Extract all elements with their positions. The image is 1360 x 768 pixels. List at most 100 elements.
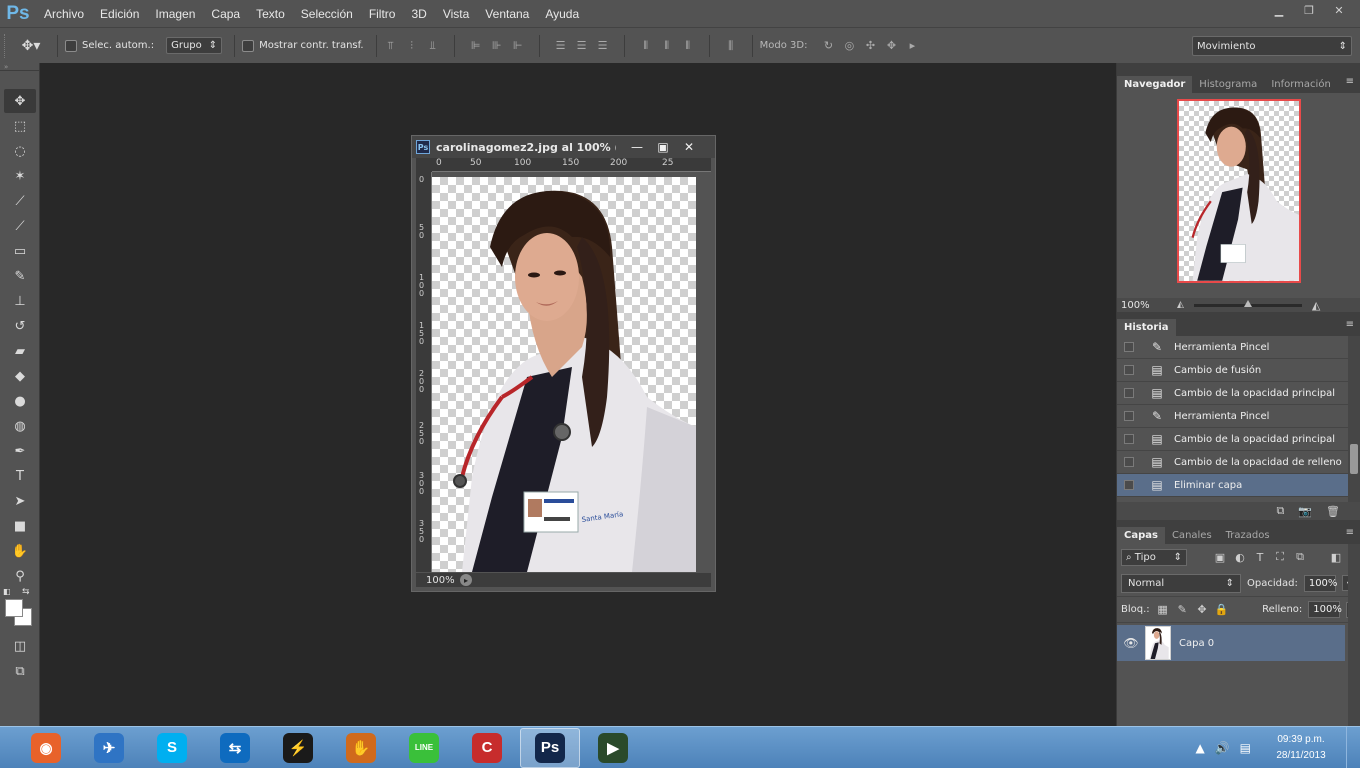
history-item[interactable]: ▤ Cambio de la opacidad principal [1117, 428, 1360, 451]
history-snapshot-checkbox[interactable] [1124, 480, 1134, 490]
history-item[interactable]: ▤ Cambio de la opacidad principal [1117, 382, 1360, 405]
lasso-tool-icon[interactable]: ◌ [4, 139, 36, 163]
filter-pixel-icon[interactable]: ▣ [1213, 550, 1227, 564]
tab-trazados[interactable]: Trazados [1219, 527, 1277, 544]
history-item[interactable]: ▤ Cambio de fusión [1117, 359, 1360, 382]
document-titlebar[interactable]: Ps carolinagomez2.jpg al 100% (C... — ▣ … [412, 136, 715, 158]
history-snapshot-checkbox[interactable] [1124, 434, 1134, 444]
navigator-zoom-slider[interactable] [1193, 299, 1302, 307]
scroll-thumb[interactable] [1350, 444, 1358, 474]
new-document-from-state-icon[interactable]: ⧉ [1276, 504, 1284, 518]
fill-input[interactable]: 100% [1308, 601, 1342, 618]
toolbox-collapse-icon[interactable]: » [0, 63, 39, 71]
ruler-corner[interactable] [416, 158, 432, 172]
history-scrollbar[interactable] [1348, 336, 1360, 502]
history-snapshot-checkbox[interactable] [1124, 388, 1134, 398]
vertical-ruler[interactable]: 0 50 100 150 200 250 300 350 [416, 172, 432, 572]
tab-navegador[interactable]: Navegador [1117, 76, 1193, 93]
slider-thumb[interactable] [1243, 299, 1252, 307]
show-hidden-icons-icon[interactable]: ▲ [1195, 741, 1204, 755]
opacity-input[interactable]: 100% [1303, 574, 1337, 592]
rectangle-tool-icon[interactable]: ■ [4, 514, 36, 538]
menu-archivo[interactable]: Archivo [36, 7, 92, 21]
move-tool-icon[interactable]: ✥ [4, 89, 36, 113]
doc-maximize-icon[interactable]: ▣ [650, 138, 676, 156]
history-snapshot-checkbox[interactable] [1124, 457, 1134, 467]
blend-mode-dropdown[interactable]: Normal ⇕ [1121, 573, 1241, 593]
menu-edición[interactable]: Edición [92, 7, 147, 21]
type-tool-icon[interactable]: T [4, 464, 36, 488]
zoom-tool-icon[interactable]: ⚲ [4, 564, 36, 588]
history-brush-icon[interactable]: ↺ [4, 314, 36, 338]
menu-vista[interactable]: Vista [435, 7, 477, 21]
lock-image-icon[interactable]: ✎ [1175, 603, 1189, 617]
navigator-preview[interactable] [1177, 99, 1301, 283]
image-canvas[interactable]: Santa María [432, 177, 696, 572]
menu-ventana[interactable]: Ventana [477, 7, 537, 21]
magic-wand-icon[interactable]: ✶ [4, 164, 36, 188]
history-snapshot-checkbox[interactable] [1124, 411, 1134, 421]
menu-filtro[interactable]: Filtro [361, 7, 404, 21]
panel-menu-icon[interactable]: ≡ [1346, 527, 1354, 538]
minimize-icon[interactable]: ▁ [1266, 2, 1292, 18]
auto-select-checkbox[interactable] [65, 39, 77, 52]
filter-toggle-icon[interactable]: ◧ [1329, 550, 1343, 564]
menu-ayuda[interactable]: Ayuda [537, 7, 587, 21]
clone-stamp-icon[interactable]: ⊥ [4, 289, 36, 313]
swap-colors-icon[interactable]: ⇆ [22, 587, 30, 597]
menu-3d[interactable]: 3D [403, 7, 434, 21]
menu-capa[interactable]: Capa [203, 7, 248, 21]
path-selection-icon[interactable]: ➤ [4, 489, 36, 513]
filter-adjustment-icon[interactable]: ◐ [1233, 550, 1247, 564]
workspace-dropdown[interactable]: Movimiento ⇕ [1192, 36, 1352, 56]
visibility-eye-icon[interactable]: 👁 [1117, 636, 1145, 650]
volume-icon[interactable]: 🔊 [1215, 741, 1230, 755]
taskbar-app-button[interactable]: ⚡ [268, 728, 328, 768]
quick-mask-icon[interactable]: ◫ [4, 634, 36, 658]
distribute-hcenter-icon[interactable]: ⦀ [660, 39, 674, 53]
align-top-icon[interactable]: ⫪ [384, 39, 398, 53]
scale-3d-icon[interactable]: ▸ [905, 39, 919, 53]
taskbar-app-button[interactable]: ▶ [583, 728, 643, 768]
distribute-left-icon[interactable]: ⦀ [639, 39, 653, 53]
lock-transparent-icon[interactable]: ▦ [1156, 603, 1170, 617]
align-vcenter-icon[interactable]: ⫶ [405, 39, 419, 53]
lock-position-icon[interactable]: ✥ [1195, 603, 1209, 617]
tab-canales[interactable]: Canales [1165, 527, 1219, 544]
blur-tool-icon[interactable]: ● [4, 389, 36, 413]
lock-all-icon[interactable]: 🔒 [1215, 603, 1229, 617]
filter-type-icon[interactable]: T [1253, 550, 1267, 564]
drag-3d-icon[interactable]: ✣ [863, 39, 877, 53]
move-tool-icon[interactable]: ✥▾ [12, 38, 50, 54]
taskbar-app-button[interactable]: ✋ [331, 728, 391, 768]
taskbar-app-button[interactable]: ◉ [16, 728, 76, 768]
new-snapshot-icon[interactable]: 📷 [1298, 505, 1312, 518]
tab-histograma[interactable]: Histograma [1192, 76, 1264, 93]
zoom-out-icon[interactable]: ◭ [1177, 300, 1184, 310]
history-item[interactable]: ✎ Herramienta Pincel [1117, 405, 1360, 428]
filter-smart-object-icon[interactable]: ⧉ [1293, 550, 1307, 564]
zoom-in-icon[interactable]: ◭ [1312, 299, 1320, 312]
screen-mode-icon[interactable]: ⧉ [4, 659, 36, 683]
layer-name[interactable]: Capa 0 [1179, 638, 1214, 649]
doc-minimize-icon[interactable]: — [624, 138, 650, 156]
pen-tool-icon[interactable]: ✒ [4, 439, 36, 463]
hand-tool-icon[interactable]: ✋ [4, 539, 36, 563]
healing-brush-icon[interactable]: ▭ [4, 239, 36, 263]
filter-shape-icon[interactable]: ⛶ [1273, 550, 1287, 564]
taskbar-app-button[interactable]: LINE [394, 728, 454, 768]
close-icon[interactable]: ✕ [1326, 2, 1352, 18]
layer-filter-dropdown[interactable]: ⌕ Tipo ⇕ [1121, 548, 1187, 566]
panel-menu-icon[interactable]: ≡ [1346, 319, 1354, 330]
taskbar-app-button[interactable]: S [142, 728, 202, 768]
show-desktop-button[interactable] [1346, 727, 1360, 768]
rotate-3d-icon[interactable]: ↻ [821, 39, 835, 53]
options-grip[interactable] [4, 33, 12, 58]
document-zoom[interactable]: 100% [416, 575, 460, 586]
navigator-zoom[interactable]: 100% [1121, 300, 1177, 311]
history-snapshot-checkbox[interactable] [1124, 365, 1134, 375]
tab-capas[interactable]: Capas [1117, 527, 1165, 544]
distribute-vcenter-icon[interactable]: ☰ [575, 39, 589, 53]
align-hcenter-icon[interactable]: ⊪ [490, 39, 504, 53]
show-transform-checkbox[interactable] [242, 39, 255, 52]
